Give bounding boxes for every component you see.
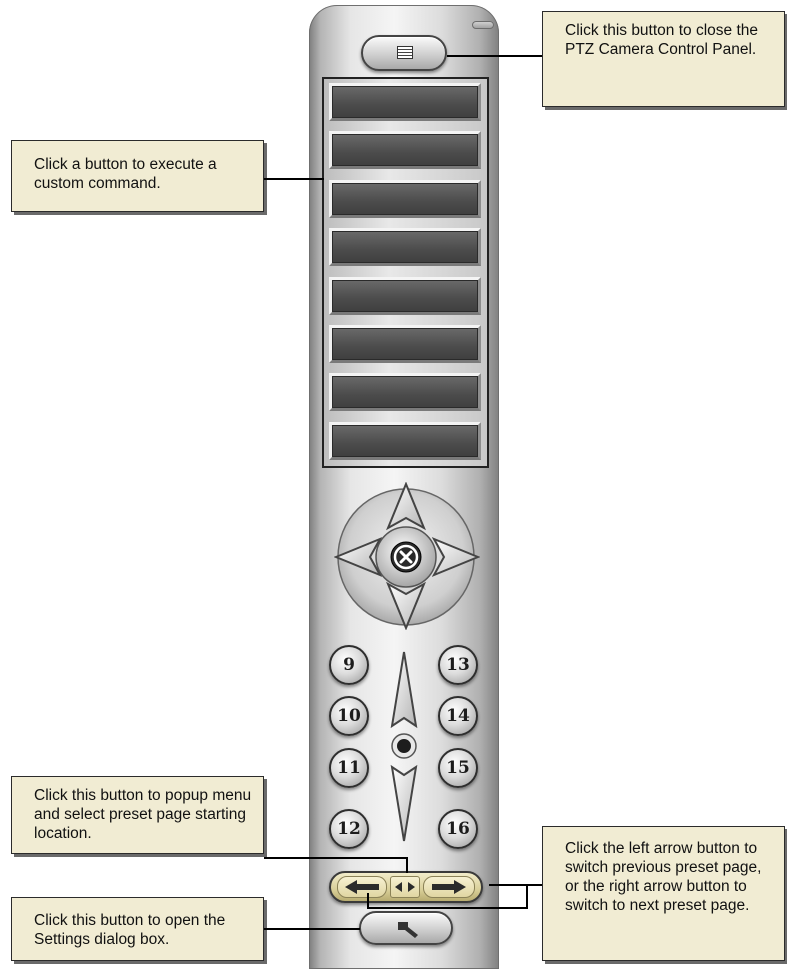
focus-button[interactable] bbox=[391, 733, 417, 759]
connector-arrows-h bbox=[489, 884, 542, 886]
callout-close-panel-text: Click this button to close the PTZ Camer… bbox=[565, 22, 758, 58]
preset-button-9[interactable]: 9 bbox=[329, 645, 369, 685]
custom-command-button-5[interactable] bbox=[329, 277, 481, 315]
pan-down-button[interactable] bbox=[386, 580, 426, 630]
custom-command-button-6[interactable] bbox=[329, 325, 481, 363]
callout-arrows-text: Click the left arrow button to switch pr… bbox=[565, 840, 762, 914]
ptz-control-panel: 9 10 11 12 13 14 15 16 bbox=[309, 5, 499, 969]
pan-right-button[interactable] bbox=[432, 537, 480, 577]
preset-button-14[interactable]: 14 bbox=[438, 696, 478, 736]
zoom-in-button[interactable] bbox=[390, 650, 418, 730]
connector-custom-command bbox=[264, 178, 324, 180]
arrow-right-icon bbox=[432, 880, 466, 894]
preset-button-10[interactable]: 10 bbox=[329, 696, 369, 736]
connector-close-panel bbox=[447, 55, 542, 57]
connector-arrows-bottom bbox=[367, 907, 528, 909]
custom-command-group bbox=[322, 77, 489, 468]
next-page-button[interactable] bbox=[423, 876, 475, 898]
preset-button-13[interactable]: 13 bbox=[438, 645, 478, 685]
preset-button-16[interactable]: 16 bbox=[438, 809, 478, 849]
settings-button[interactable] bbox=[359, 911, 453, 945]
preset-page-bar bbox=[329, 871, 483, 903]
connector-settings bbox=[264, 928, 360, 930]
arrow-left-icon bbox=[345, 880, 379, 894]
panel-close-icon bbox=[397, 46, 413, 59]
callout-close-panel: Click this button to close the PTZ Camer… bbox=[542, 11, 785, 107]
custom-command-button-1[interactable] bbox=[329, 83, 481, 121]
custom-command-button-3[interactable] bbox=[329, 180, 481, 218]
preset-button-11[interactable]: 11 bbox=[329, 748, 369, 788]
preset-button-15[interactable]: 15 bbox=[438, 748, 478, 788]
preset-button-12[interactable]: 12 bbox=[329, 809, 369, 849]
connector-preset-page-menu-h bbox=[264, 857, 407, 859]
zoom-control bbox=[381, 645, 427, 845]
callout-settings: Click this button to open the Settings d… bbox=[11, 897, 264, 961]
callout-settings-text: Click this button to open the Settings d… bbox=[34, 912, 226, 948]
callout-arrows: Click the left arrow button to switch pr… bbox=[542, 826, 785, 961]
callout-preset-page-menu-text: Click this button to popup menu and sele… bbox=[34, 787, 252, 842]
pan-up-button[interactable] bbox=[386, 482, 426, 532]
wrench-icon bbox=[398, 922, 418, 938]
connector-arrows-v bbox=[526, 884, 528, 908]
connector-preset-page-menu-v bbox=[406, 857, 408, 873]
status-led bbox=[472, 21, 494, 29]
x-stop-icon[interactable] bbox=[389, 540, 423, 574]
callout-custom-command: Click a button to execute a custom comma… bbox=[11, 140, 264, 212]
double-arrow-icon bbox=[395, 882, 415, 892]
custom-command-button-7[interactable] bbox=[329, 373, 481, 411]
callout-custom-command-text: Click a button to execute a custom comma… bbox=[34, 156, 217, 192]
previous-page-button[interactable] bbox=[337, 876, 387, 898]
connector-arrows-left-up bbox=[367, 893, 369, 909]
direction-pad bbox=[334, 480, 480, 630]
custom-command-button-2[interactable] bbox=[329, 131, 481, 169]
custom-command-button-4[interactable] bbox=[329, 228, 481, 266]
custom-command-button-8[interactable] bbox=[329, 422, 481, 460]
zoom-out-button[interactable] bbox=[390, 763, 418, 843]
preset-page-menu-button[interactable] bbox=[390, 876, 420, 898]
close-panel-button[interactable] bbox=[361, 35, 447, 71]
pan-left-button[interactable] bbox=[334, 537, 382, 577]
callout-preset-page-menu: Click this button to popup menu and sele… bbox=[11, 776, 264, 854]
